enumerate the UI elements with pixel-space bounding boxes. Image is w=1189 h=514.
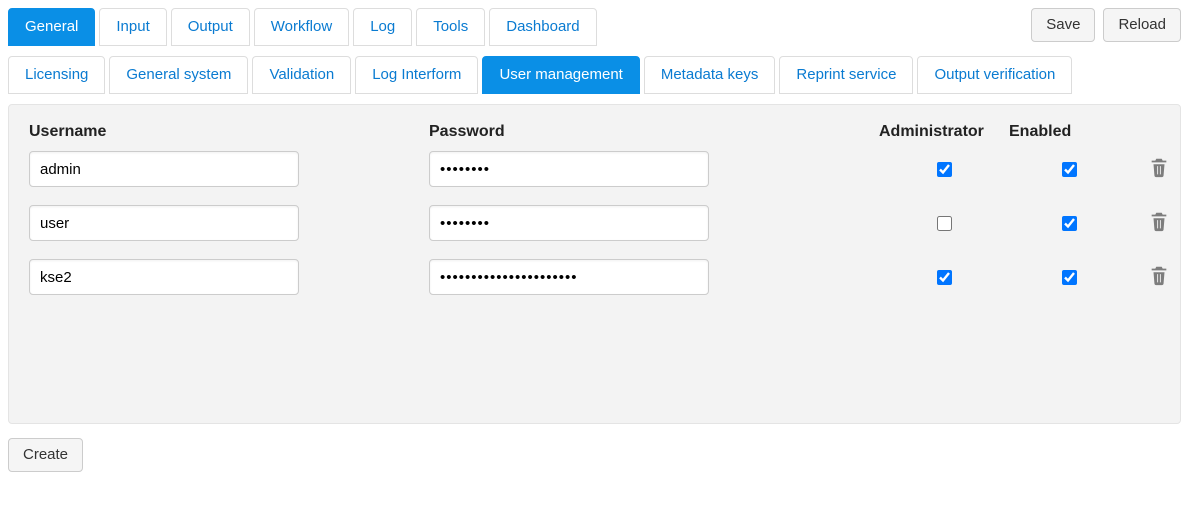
main-tab-dashboard[interactable]: Dashboard	[489, 8, 596, 46]
main-tab-tools[interactable]: Tools	[416, 8, 485, 46]
main-tabs: GeneralInputOutputWorkflowLogToolsDashbo…	[8, 8, 601, 50]
main-tab-general[interactable]: General	[8, 8, 95, 46]
toolbar-buttons: Save Reload	[1031, 8, 1181, 42]
create-row: Create	[8, 438, 1181, 472]
username-input[interactable]	[29, 151, 299, 187]
col-enabled: Enabled	[1009, 123, 1129, 141]
top-bar: GeneralInputOutputWorkflowLogToolsDashbo…	[8, 8, 1181, 50]
sub-tab-metadata-keys[interactable]: Metadata keys	[644, 56, 776, 94]
trash-icon	[1148, 263, 1170, 291]
table-row	[29, 151, 1160, 187]
enabled-checkbox[interactable]	[1062, 162, 1077, 177]
trash-icon	[1148, 155, 1170, 183]
username-input[interactable]	[29, 205, 299, 241]
password-input[interactable]	[429, 259, 709, 295]
administrator-checkbox[interactable]	[937, 216, 952, 231]
username-input[interactable]	[29, 259, 299, 295]
sub-tab-general-system[interactable]: General system	[109, 56, 248, 94]
administrator-checkbox[interactable]	[937, 162, 952, 177]
col-username: Username	[29, 123, 329, 141]
reload-button[interactable]: Reload	[1103, 8, 1181, 42]
sub-tab-validation[interactable]: Validation	[252, 56, 351, 94]
sub-tab-log-interform[interactable]: Log Interform	[355, 56, 478, 94]
sub-tab-reprint-service[interactable]: Reprint service	[779, 56, 913, 94]
col-password: Password	[429, 123, 729, 141]
col-administrator: Administrator	[879, 123, 1009, 141]
save-button[interactable]: Save	[1031, 8, 1095, 42]
enabled-checkbox[interactable]	[1062, 270, 1077, 285]
trash-icon	[1148, 209, 1170, 237]
sub-tabs: LicensingGeneral systemValidationLog Int…	[8, 56, 1181, 98]
table-row	[29, 259, 1160, 295]
password-input[interactable]	[429, 151, 709, 187]
main-tab-input[interactable]: Input	[99, 8, 166, 46]
user-rows	[29, 151, 1160, 295]
create-button[interactable]: Create	[8, 438, 83, 472]
main-tab-output[interactable]: Output	[171, 8, 250, 46]
table-header: Username Password Administrator Enabled	[29, 123, 1160, 141]
delete-button[interactable]	[1129, 155, 1189, 183]
delete-button[interactable]	[1129, 263, 1189, 291]
enabled-checkbox[interactable]	[1062, 216, 1077, 231]
table-row	[29, 205, 1160, 241]
password-input[interactable]	[429, 205, 709, 241]
main-tab-log[interactable]: Log	[353, 8, 412, 46]
user-management-panel: Username Password Administrator Enabled	[8, 104, 1181, 424]
sub-tab-user-management[interactable]: User management	[482, 56, 639, 94]
sub-tab-licensing[interactable]: Licensing	[8, 56, 105, 94]
main-tab-workflow[interactable]: Workflow	[254, 8, 349, 46]
sub-tab-output-verification[interactable]: Output verification	[917, 56, 1072, 94]
administrator-checkbox[interactable]	[937, 270, 952, 285]
delete-button[interactable]	[1129, 209, 1189, 237]
